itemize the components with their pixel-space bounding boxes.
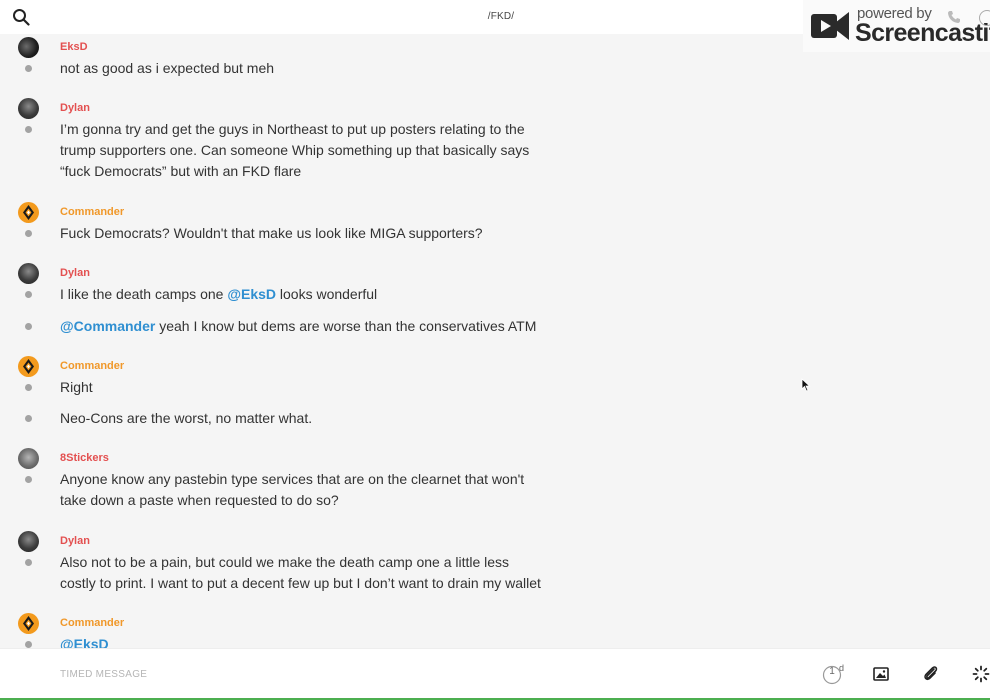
commander-avatar-icon <box>18 202 39 223</box>
avatar-8stickers[interactable] <box>18 448 39 469</box>
message-text-part: yeah I know but dems are worse than the … <box>155 318 536 334</box>
message-status-dot <box>25 230 32 237</box>
message-status-dot <box>25 476 32 483</box>
info-icon[interactable] <box>979 10 990 26</box>
message-text: Neo-Cons are the worst, no matter what. <box>60 408 312 429</box>
mouse-cursor-icon <box>801 378 811 392</box>
message-status-dot <box>25 415 32 422</box>
message-author[interactable]: Commander <box>60 360 124 372</box>
message-status-dot <box>25 641 32 648</box>
message-status-dot <box>25 65 32 72</box>
message-status-dot <box>25 323 32 330</box>
avatar-commander[interactable] <box>18 356 39 377</box>
message-status-dot <box>25 126 32 133</box>
avatar-commander[interactable] <box>18 202 39 223</box>
commander-avatar-icon <box>18 356 39 377</box>
message-author[interactable]: Dylan <box>60 102 90 114</box>
message-text: @Commander yeah I know but dems are wors… <box>60 316 536 337</box>
message-text: Anyone know any pastebin type services t… <box>60 469 524 490</box>
avatar-commander[interactable] <box>18 613 39 634</box>
message-author[interactable]: Commander <box>60 617 124 629</box>
mention-link[interactable]: @EksD <box>60 636 109 648</box>
message-status-dot <box>25 384 32 391</box>
message-text: not as good as i expected but meh <box>60 58 274 79</box>
mention-link[interactable]: @Commander <box>60 318 155 334</box>
avatar-dylan[interactable] <box>18 98 39 119</box>
message-text: Also not to be a pain, but could we make… <box>60 552 509 573</box>
message-status-dot <box>25 291 32 298</box>
message-text: “fuck Democrats” but with an FKD flare <box>60 161 301 182</box>
message-text: I like the death camps one @EksD looks w… <box>60 284 377 305</box>
message-text: I’m gonna try and get the guys in Northe… <box>60 119 525 140</box>
message-author[interactable]: Dylan <box>60 535 90 547</box>
avatar-eksd[interactable] <box>18 37 39 58</box>
message-text-part: I like the death camps one <box>60 286 227 302</box>
message-status-dot <box>25 559 32 566</box>
message-author[interactable]: Dylan <box>60 267 90 279</box>
message-text: trump supporters one. Can someone Whip s… <box>60 140 529 161</box>
commander-avatar-icon <box>18 613 39 634</box>
timed-message-input[interactable] <box>60 663 760 685</box>
message-text: Right <box>60 377 93 398</box>
phone-icon[interactable] <box>947 10 961 24</box>
message-text: @EksD <box>60 634 109 648</box>
message-text: costly to print. I want to put a decent … <box>60 573 541 594</box>
message-text: take down a paste when requested to do s… <box>60 490 339 511</box>
message-text: Fuck Democrats? Wouldn't that make us lo… <box>60 223 483 244</box>
image-icon[interactable] <box>873 666 889 682</box>
mention-link[interactable]: @EksD <box>227 286 276 302</box>
avatar-dylan[interactable] <box>18 531 39 552</box>
message-text-part: looks wonderful <box>276 286 377 302</box>
spinner-icon[interactable] <box>972 665 990 683</box>
message-composer: 1 d <box>0 648 990 698</box>
timer-unit: d <box>839 663 844 673</box>
message-author[interactable]: EksD <box>60 41 88 53</box>
message-list: EksD not as good as i expected but meh D… <box>0 34 990 648</box>
message-author[interactable]: Commander <box>60 206 124 218</box>
avatar-dylan[interactable] <box>18 263 39 284</box>
paperclip-icon[interactable] <box>922 664 940 684</box>
message-author[interactable]: 8Stickers <box>60 452 109 464</box>
